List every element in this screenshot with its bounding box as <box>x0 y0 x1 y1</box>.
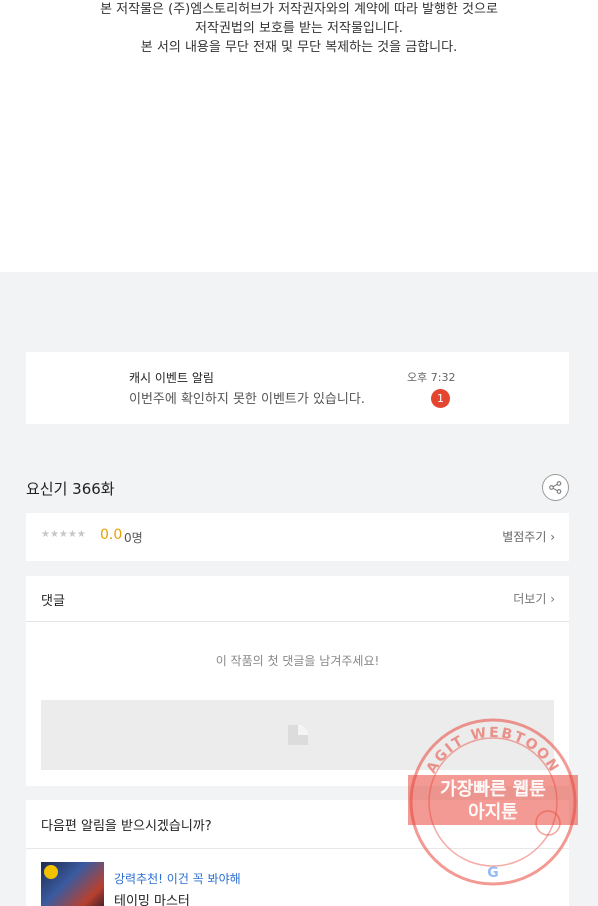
episode-title: 요신기 366화 <box>26 480 115 498</box>
image-placeholder-icon <box>288 725 308 745</box>
copyright-line-3: 본 서의 내용을 무단 전재 및 무단 복제하는 것을 금합니다. <box>140 40 458 55</box>
share-button[interactable] <box>542 474 569 501</box>
copyright-notice: 본 저작물은 (주)엠스토리허브가 저작권자와의 계약에 따라 발행한 것으로 … <box>0 0 598 57</box>
comments-title: 댓글 <box>41 594 65 609</box>
comments-empty-message: 이 작품의 첫 댓글을 남겨주세요! <box>215 654 380 668</box>
svg-text:아지툰: 아지툰 <box>468 802 518 823</box>
comments-header: 댓글 더보기 › <box>26 576 569 622</box>
recommendation-thumbnail[interactable] <box>41 862 104 906</box>
svg-text:AGIT WEBTOON: AGIT WEBTOON <box>424 725 563 776</box>
viewer-bottom-area: 본 저작물은 (주)엠스토리허브가 저작권자와의 계약에 따라 발행한 것으로 … <box>0 0 598 272</box>
recommendation-title[interactable]: 테이밍 마스터 <box>114 890 190 906</box>
copyright-line-1: 본 저작물은 (주)엠스토리허브가 저작권자와의 계약에 따라 발행한 것으로 <box>100 2 498 17</box>
recommendation-label: 강력추천! 이건 꼭 봐야해 <box>114 872 241 886</box>
unread-count-badge: 1 <box>431 389 450 408</box>
svg-text:가장빠른 웹툰: 가장빠른 웹툰 <box>440 779 546 800</box>
notification-message: 이번주에 확인하지 못한 이벤트가 있습니다. <box>129 392 365 407</box>
agit-webtoon-watermark-logo: AGIT WEBTOON 가장빠른 웹툰 아지툰 G <box>408 718 578 886</box>
clock-icon <box>44 865 58 879</box>
svg-text:G: G <box>487 865 499 881</box>
share-icon <box>549 481 562 494</box>
notification-time: 오후 7:32 <box>407 371 456 384</box>
rate-button[interactable]: 별점주기 › <box>502 528 555 545</box>
comments-more-button[interactable]: 더보기 › <box>513 590 555 607</box>
rating-card: ★★★★★ 0.0 0명 별점주기 › <box>26 513 569 561</box>
rating-count: 0명 <box>124 531 143 545</box>
next-alert-question: 다음편 알림을 받으시겠습니까? <box>41 819 212 834</box>
rating-score: 0.0 <box>100 527 123 543</box>
copyright-line-2: 저작권법의 보호를 받는 저작물입니다. <box>195 21 403 36</box>
cash-event-notification[interactable]: 캐시 이벤트 알림 이번주에 확인하지 못한 이벤트가 있습니다. 오후 7:3… <box>26 352 569 424</box>
notification-title: 캐시 이벤트 알림 <box>129 371 214 385</box>
star-rating-icon: ★★★★★ <box>41 529 86 540</box>
